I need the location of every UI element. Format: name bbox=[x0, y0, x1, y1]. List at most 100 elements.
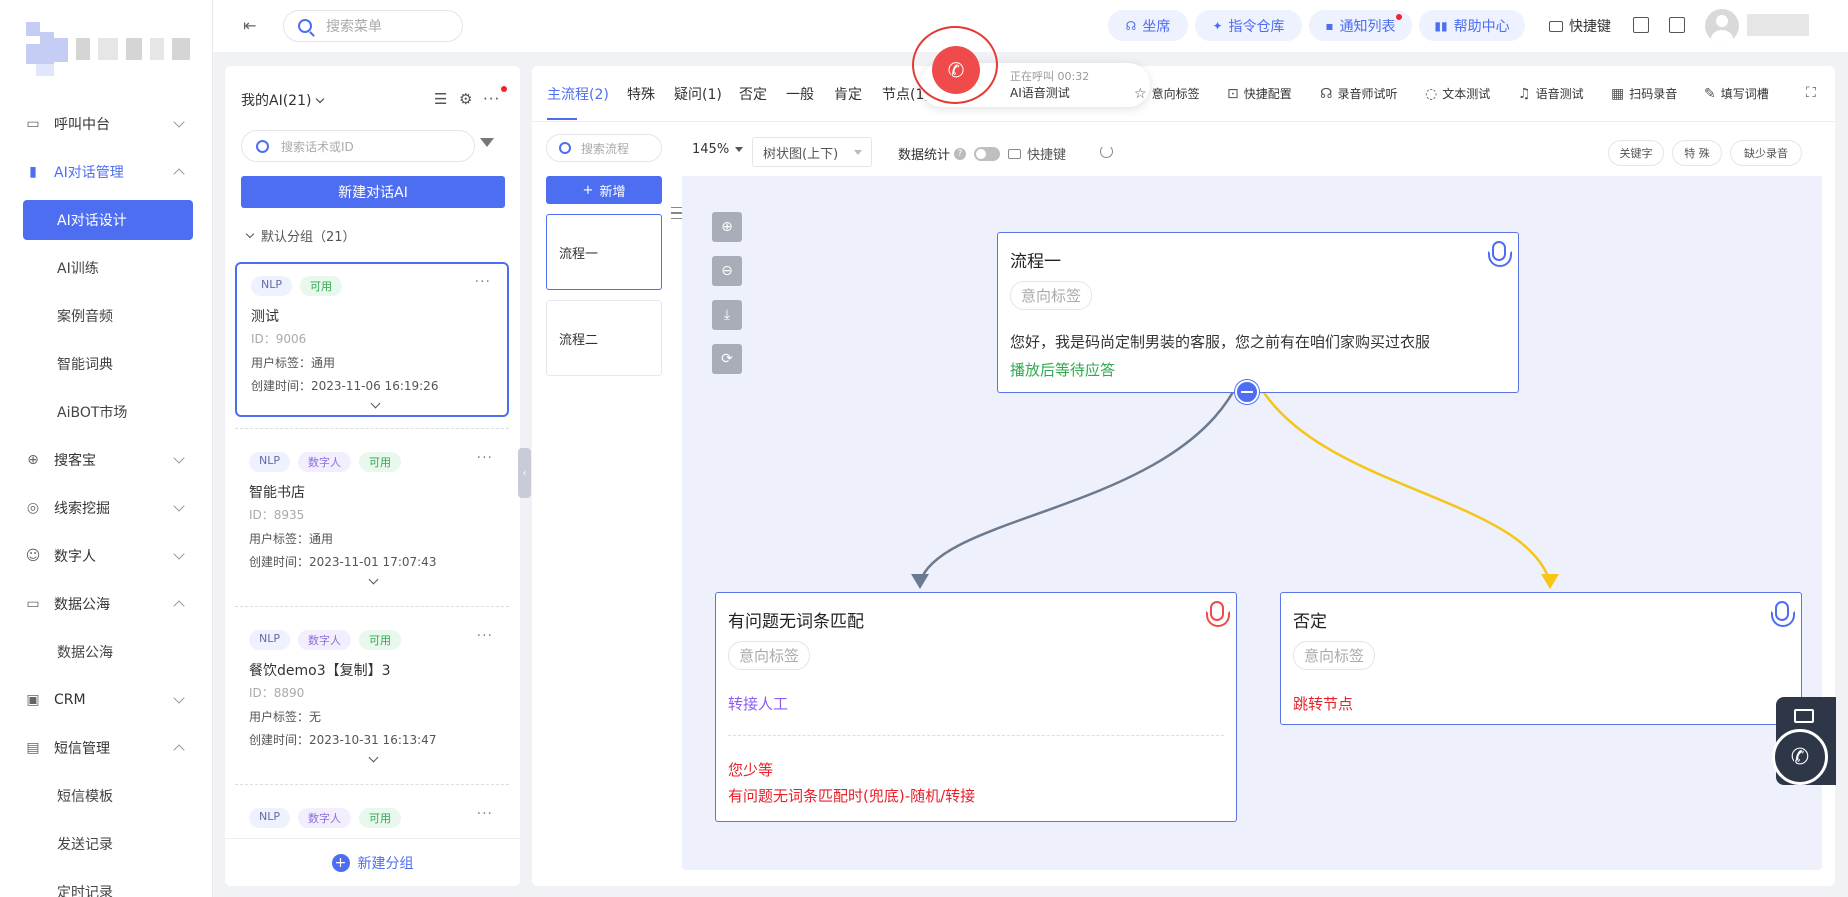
sidebar-item-dictionary[interactable]: 智能词典 bbox=[0, 340, 213, 388]
special-button[interactable]: 特 殊 bbox=[1672, 140, 1722, 166]
hangup-button[interactable]: ✆ bbox=[932, 46, 980, 94]
voice-test-tool[interactable]: ♫ 语音测试 bbox=[1518, 85, 1584, 102]
node-text: 您好，我是码尚定制男装的客服，您之前有在咱们家购买过衣服 bbox=[1010, 333, 1431, 351]
zoom-select[interactable]: 145% bbox=[692, 142, 744, 157]
panel-collapse-handle[interactable]: ‹ bbox=[518, 448, 531, 498]
stats-switch[interactable] bbox=[974, 146, 1001, 161]
flow-item[interactable]: 流程一 bbox=[546, 214, 662, 290]
more-icon[interactable]: ··· bbox=[483, 90, 500, 108]
more-icon[interactable]: ··· bbox=[477, 628, 493, 644]
sidebar-item-digital-human[interactable]: ☺ 数字人 bbox=[0, 532, 213, 580]
ai-card[interactable]: NLP 数字人 可用 ··· 智能书店 ID：8935 用户标签：通用 创建时间：2… bbox=[235, 440, 509, 595]
sidebar-item-call-center[interactable]: ▭ 呼叫中台 bbox=[0, 100, 213, 148]
sidebar-item-aibot-market[interactable]: AiBOT市场 bbox=[0, 388, 213, 436]
window-icon[interactable] bbox=[1633, 17, 1649, 33]
menu-search-input[interactable]: 搜索菜单 bbox=[283, 10, 463, 42]
tab-general[interactable]: 一般 bbox=[786, 84, 814, 104]
menu-fold-icon[interactable]: ⇤ bbox=[243, 16, 261, 35]
ai-created-time: 创建时间：2023-11-06 16:19:26 bbox=[251, 379, 439, 393]
avatar[interactable] bbox=[1705, 9, 1739, 43]
sidebar-item-data-sea[interactable]: ▭ 数据公海 bbox=[0, 580, 213, 628]
sidebar-item-ai-dialog[interactable]: ▮ AI对话管理 bbox=[0, 148, 213, 196]
intent-tag-tool[interactable]: ☆ 意向标签 bbox=[1134, 85, 1200, 102]
chevron-down-icon[interactable] bbox=[368, 752, 379, 763]
zoom-out-icon[interactable]: ⊖ bbox=[712, 256, 742, 286]
sidebar-item-ai-design[interactable]: AI对话设计 bbox=[23, 200, 193, 240]
download-icon[interactable]: ⤓ bbox=[712, 300, 742, 330]
screenshot-icon[interactable] bbox=[1669, 17, 1685, 33]
view-mode-select[interactable]: 树状图(上下) bbox=[752, 137, 872, 167]
text-test-tool[interactable]: ◌ 文本测试 bbox=[1425, 85, 1490, 102]
intent-tag-chip[interactable]: 意向标签 bbox=[728, 641, 811, 670]
flow-node-no-match[interactable]: 有问题无词条匹配 意向标签 转接人工 您少等 有问题无词条匹配时(兜底)-随机/… bbox=[715, 592, 1237, 822]
sidebar-item-send-record[interactable]: 发送记录 bbox=[0, 820, 213, 868]
help-icon: ? bbox=[954, 147, 967, 160]
canvas-shortcut-button[interactable]: 快捷键 bbox=[1008, 144, 1066, 163]
mic-icon[interactable] bbox=[1206, 601, 1230, 627]
script-search-input[interactable]: 搜索话术或ID bbox=[241, 130, 475, 162]
tab-question[interactable]: 疑问(1) bbox=[674, 84, 722, 104]
sidebar-item-crm[interactable]: ▣ CRM bbox=[0, 676, 213, 724]
more-icon[interactable]: ··· bbox=[477, 806, 493, 822]
keyword-button[interactable]: 关键字 bbox=[1608, 140, 1664, 166]
data-stats-toggle[interactable]: 数据统计? bbox=[898, 144, 1001, 163]
flow-item[interactable]: 流程二 bbox=[546, 300, 662, 376]
divider bbox=[728, 735, 1224, 736]
customer-service-widget[interactable]: ✆ bbox=[1772, 697, 1836, 785]
add-flow-button[interactable]: + 新增 bbox=[546, 176, 662, 204]
sidebar-item-data-sea-sub[interactable]: 数据公海 bbox=[0, 628, 213, 676]
mic-icon: ♫ bbox=[1518, 85, 1531, 102]
headphones-icon: ☊ bbox=[1320, 85, 1333, 102]
command-repo-button[interactable]: ✦ 指令仓库 bbox=[1195, 10, 1302, 41]
ai-user-tag: 用户标签：通用 bbox=[251, 356, 336, 370]
sidebar-item-sms-template[interactable]: 短信模板 bbox=[0, 772, 213, 820]
sidebar-item-ai-train[interactable]: AI训练 bbox=[0, 244, 213, 292]
chevron-down-icon bbox=[245, 229, 255, 239]
quick-config-tool[interactable]: ⊡ 快捷配置 bbox=[1227, 85, 1292, 102]
chevron-down-icon[interactable] bbox=[370, 398, 381, 409]
recording-preview-tool[interactable]: ☊ 录音师试听 bbox=[1320, 85, 1397, 102]
sidebar-item-leads[interactable]: ◎ 线索挖掘 bbox=[0, 484, 213, 532]
flow-node-negative[interactable]: 否定 意向标签 跳转节点 bbox=[1280, 592, 1802, 725]
filter-icon[interactable] bbox=[480, 138, 494, 147]
collapse-node-button[interactable] bbox=[1235, 380, 1259, 404]
default-group[interactable]: 默认分组（21） bbox=[245, 226, 356, 245]
more-icon[interactable]: ··· bbox=[475, 274, 491, 290]
notification-list-button[interactable]: ▪ 通知列表 bbox=[1309, 10, 1412, 41]
new-group-button[interactable]: + 新建分组 bbox=[225, 838, 520, 886]
shortcut-button[interactable]: 快捷键 bbox=[1549, 16, 1611, 36]
zoom-in-icon[interactable]: ⊕ bbox=[712, 212, 742, 242]
tab-main-flow[interactable]: 主流程(2) bbox=[547, 84, 609, 104]
sidebar-item-sokebao[interactable]: ⊕ 搜客宝 bbox=[0, 436, 213, 484]
sidebar-item-scheduled-record[interactable]: 定时记录 bbox=[0, 868, 213, 897]
refresh-icon[interactable] bbox=[1100, 145, 1113, 158]
scan-record-tool[interactable]: ▦ 扫码录音 bbox=[1611, 85, 1677, 102]
missing-recording-button[interactable]: 缺少录音 bbox=[1730, 140, 1802, 166]
seat-button[interactable]: ☊ 坐席 bbox=[1108, 10, 1188, 41]
mic-icon[interactable] bbox=[1488, 241, 1512, 267]
intent-tag-chip[interactable]: 意向标签 bbox=[1293, 641, 1376, 670]
tab-negative[interactable]: 否定 bbox=[739, 84, 767, 104]
mic-icon[interactable] bbox=[1771, 601, 1795, 627]
fill-slot-tool[interactable]: ✎ 填写词槽 bbox=[1704, 85, 1769, 102]
intent-tag-chip[interactable]: 意向标签 bbox=[1010, 281, 1093, 310]
ai-card[interactable]: NLP 可用 ··· 测试 ID：9006 用户标签：通用 创建时间：2023-1… bbox=[235, 262, 509, 417]
reset-icon[interactable]: ⟳ bbox=[712, 344, 742, 374]
sort-icon[interactable]: ☰ bbox=[434, 90, 447, 108]
flow-search-input[interactable]: 搜索流程 bbox=[546, 134, 662, 162]
gear-icon[interactable]: ⚙ bbox=[459, 90, 472, 108]
flow-node-root[interactable]: 流程一 意向标签 您好，我是码尚定制男装的客服，您之前有在咱们家购买过衣服 播放… bbox=[997, 232, 1519, 393]
sidebar-item-sms[interactable]: ▤ 短信管理 bbox=[0, 724, 213, 772]
sidebar-item-case-audio[interactable]: 案例音频 bbox=[0, 292, 213, 340]
username[interactable] bbox=[1747, 14, 1809, 36]
ai-card[interactable]: NLP 数字人 可用 ··· 餐饮demo3【复制】3 ID：8890 用户标签：无… bbox=[235, 618, 509, 773]
tab-special[interactable]: 特殊 bbox=[627, 84, 655, 104]
fullscreen-icon[interactable]: ⛶ bbox=[1806, 85, 1816, 101]
tab-positive[interactable]: 肯定 bbox=[834, 84, 862, 104]
new-ai-button[interactable]: 新建对话AI bbox=[241, 176, 505, 208]
flow-canvas[interactable]: 145% 树状图(上下) 数据统计? 快捷键 关键字 特 殊 缺少录音 ⊕ ⊖ … bbox=[682, 130, 1822, 870]
more-icon[interactable]: ··· bbox=[477, 450, 493, 466]
help-center-button[interactable]: ▮▮ 帮助中心 bbox=[1419, 10, 1525, 41]
ai-list-title[interactable]: 我的AI(21) bbox=[241, 90, 325, 110]
chevron-down-icon[interactable] bbox=[368, 574, 379, 585]
